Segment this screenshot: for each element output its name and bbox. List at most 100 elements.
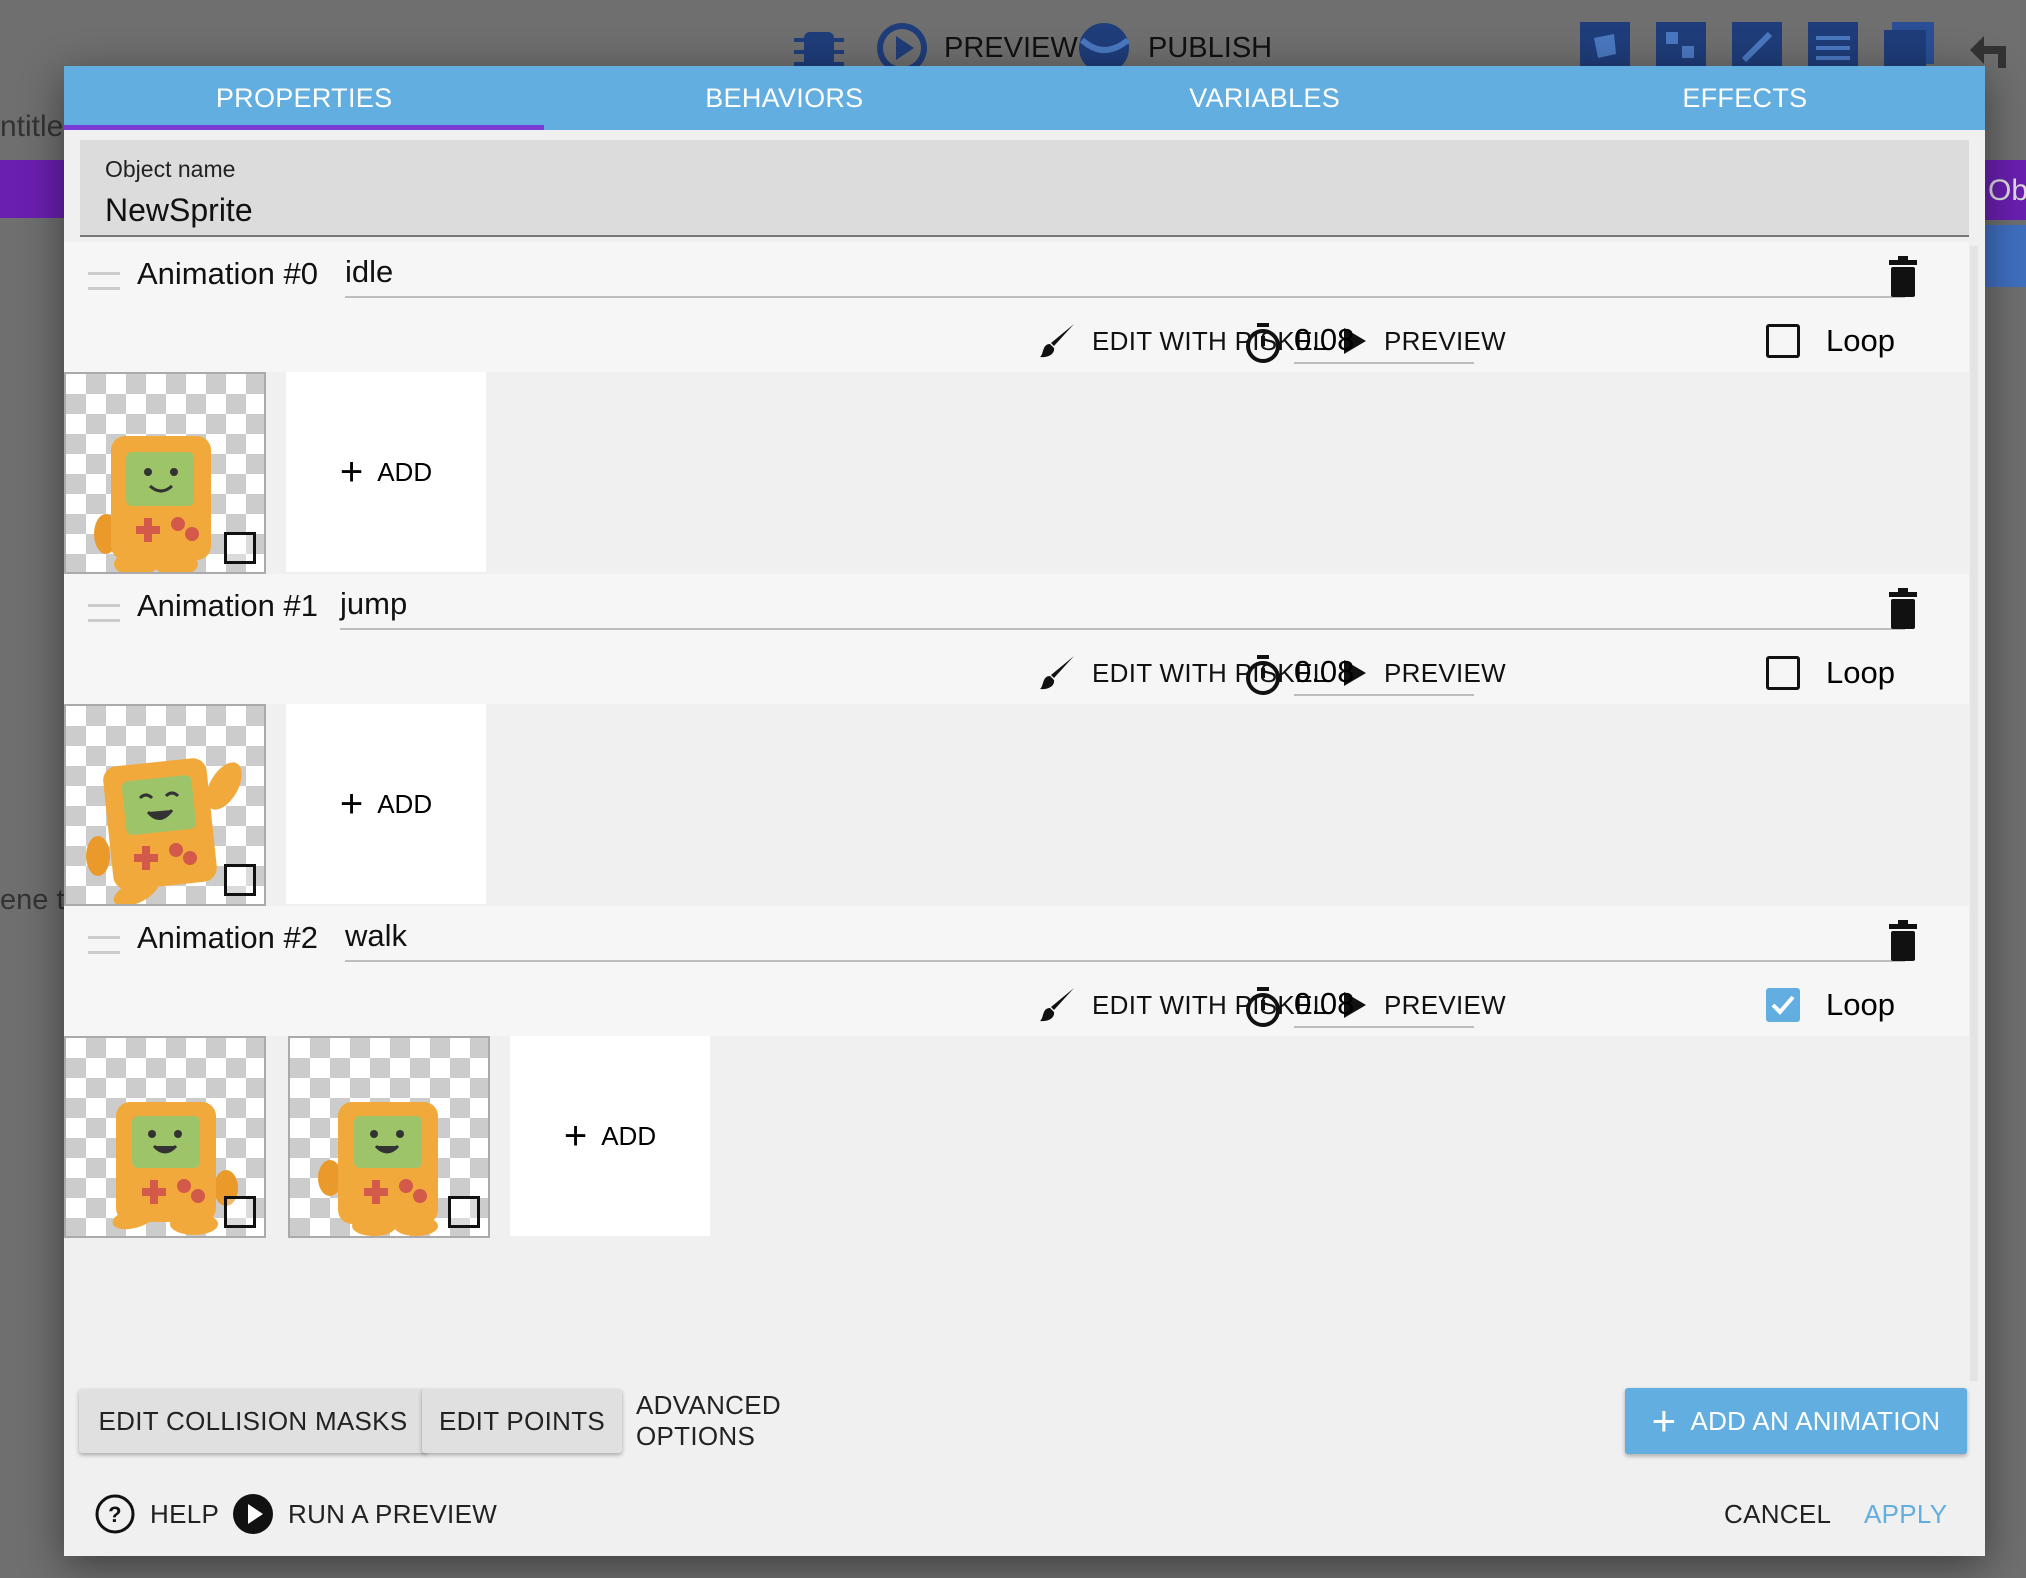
loop-label: Loop (1826, 987, 1895, 1022)
frame-duration-input[interactable]: 0.08 (1294, 650, 1474, 696)
loop-checkbox[interactable] (1766, 656, 1800, 690)
timer-icon (1246, 987, 1280, 1027)
plus-icon: + (1651, 1397, 1677, 1444)
paintbrush-icon (1040, 656, 1074, 690)
timer-icon (1246, 323, 1280, 363)
help-label: HELP (150, 1498, 220, 1529)
frame-duration-input[interactable]: 0.08 (1294, 318, 1474, 364)
paintbrush-icon (1040, 324, 1074, 358)
animation-tools: EDIT WITH PISKEL PREVIEW 0.08 Loop (64, 982, 1969, 1028)
advanced-options-label: ADVANCED OPTIONS (636, 1390, 781, 1451)
tab-variables[interactable]: VARIABLES (1025, 66, 1505, 130)
delete-animation-icon[interactable] (1886, 588, 1920, 630)
frame-select-checkbox[interactable] (448, 1196, 480, 1228)
animation-name-field[interactable]: walk (345, 914, 1905, 962)
edit-collision-masks-button[interactable]: EDIT COLLISION MASKS (79, 1389, 427, 1453)
tab-label: BEHAVIORS (705, 82, 864, 113)
animation-name-input[interactable]: jump (340, 586, 407, 622)
sprite-frame-thumbnail[interactable] (64, 372, 266, 574)
frame-select-checkbox[interactable] (224, 864, 256, 896)
sprite-frame-thumbnail[interactable] (64, 1036, 266, 1238)
toolbar-preview-label: PREVIEW (944, 31, 1078, 64)
tab-label: EFFECTS (1682, 82, 1808, 113)
checkmark-icon (1771, 995, 1795, 1015)
animations-scrollbar[interactable] (1970, 246, 1978, 1381)
object-name-field[interactable]: Object name NewSprite (80, 140, 1969, 237)
animation-header: Animation #2 walk EDIT WITH PISKEL PREVI… (64, 906, 1969, 1036)
advanced-options-button[interactable]: ADVANCED OPTIONS (636, 1389, 906, 1453)
toolbar-publish-label: PUBLISH (1148, 31, 1273, 64)
object-name-input[interactable]: NewSprite (105, 192, 253, 229)
loop-checkbox[interactable] (1766, 988, 1800, 1022)
edit-points-button[interactable]: EDIT POINTS (422, 1389, 622, 1453)
add-animation-button[interactable]: + ADD AN ANIMATION (1625, 1388, 1967, 1454)
edit-collision-masks-label: EDIT COLLISION MASKS (98, 1405, 408, 1436)
background-scene-title: ntitle (0, 110, 64, 143)
tab-properties[interactable]: PROPERTIES (64, 66, 545, 130)
sprite-frame-thumbnail[interactable] (288, 1036, 490, 1238)
animation-name-input[interactable]: idle (345, 254, 393, 290)
edit-with-piskel-label: EDIT WITH PISKEL (1092, 657, 1328, 688)
animation-number-label: Animation #0 (137, 256, 318, 291)
run-preview-button[interactable]: RUN A PREVIEW (232, 1488, 497, 1540)
edit-with-piskel-button[interactable]: EDIT WITH PISKEL (1038, 650, 1327, 696)
animation-tools: EDIT WITH PISKEL PREVIEW 0.08 Loop (64, 318, 1969, 364)
app-toolbar: PREVIEW PUBLISH (0, 0, 2026, 73)
animation-header: Animation #0 idle EDIT WITH PISKEL PREVI… (64, 242, 1969, 372)
edit-with-piskel-button[interactable]: EDIT WITH PISKEL (1038, 318, 1327, 364)
drag-handle-icon[interactable] (88, 272, 120, 290)
objects-panel-title: Ob (1988, 174, 2026, 207)
dialog-tabs: PROPERTIES BEHAVIORS VARIABLES EFFECTS (64, 66, 1985, 130)
frame-duration-input[interactable]: 0.08 (1294, 982, 1474, 1028)
frame-select-checkbox[interactable] (224, 1196, 256, 1228)
animations-list: Animation #0 idle EDIT WITH PISKEL PREVI… (64, 242, 1969, 1382)
drag-handle-icon[interactable] (88, 936, 120, 954)
loop-label: Loop (1826, 323, 1895, 358)
add-animation-label: ADD AN ANIMATION (1690, 1405, 1941, 1436)
add-frame-button[interactable]: + ADD (286, 372, 486, 572)
loop-checkbox[interactable] (1766, 324, 1800, 358)
timer-icon (1246, 655, 1280, 695)
animation-name-input[interactable]: walk (345, 918, 407, 954)
animation-frames: + ADD (64, 1036, 1969, 1238)
object-editor-dialog: PROPERTIES BEHAVIORS VARIABLES EFFECTS O… (64, 66, 1985, 1556)
help-button[interactable]: ? HELP (94, 1488, 219, 1540)
apply-label: APPLY (1864, 1498, 1948, 1529)
plus-icon: + (339, 782, 364, 826)
sprite-frame-thumbnail[interactable] (64, 704, 266, 906)
cancel-label: CANCEL (1724, 1498, 1832, 1529)
add-frame-button[interactable]: + ADD (510, 1036, 710, 1236)
animation-number-label: Animation #2 (137, 920, 318, 955)
edit-with-piskel-label: EDIT WITH PISKEL (1092, 325, 1328, 356)
add-frame-button[interactable]: + ADD (286, 704, 486, 904)
animation-tools: EDIT WITH PISKEL PREVIEW 0.08 Loop (64, 650, 1969, 696)
add-frame-label: ADD (377, 456, 433, 487)
plus-icon: + (339, 450, 364, 494)
plus-icon: + (563, 1114, 588, 1158)
frame-select-checkbox[interactable] (224, 532, 256, 564)
animation-item: Animation #2 walk EDIT WITH PISKEL PREVI… (64, 906, 1969, 1238)
cancel-button[interactable]: CANCEL (1724, 1488, 1831, 1540)
tab-behaviors[interactable]: BEHAVIORS (544, 66, 1024, 130)
animation-header: Animation #1 jump EDIT WITH PISKEL PREVI… (64, 574, 1969, 704)
delete-animation-icon[interactable] (1886, 256, 1920, 298)
tab-label: VARIABLES (1189, 82, 1340, 113)
drag-handle-icon[interactable] (88, 604, 120, 622)
help-circle-icon: ? (95, 1494, 135, 1534)
tab-effects[interactable]: EFFECTS (1505, 66, 1985, 130)
play-circle-icon (233, 1494, 273, 1534)
animation-name-field[interactable]: jump (340, 582, 1905, 630)
animation-item: Animation #1 jump EDIT WITH PISKEL PREVI… (64, 574, 1969, 906)
loop-label: Loop (1826, 655, 1895, 690)
apply-button[interactable]: APPLY (1864, 1488, 1947, 1540)
animation-number-label: Animation #1 (137, 588, 318, 623)
background-panel-header (0, 160, 66, 218)
animation-frames: + ADD (64, 372, 1969, 574)
edit-with-piskel-button[interactable]: EDIT WITH PISKEL (1038, 982, 1327, 1028)
animation-name-field[interactable]: idle (345, 250, 1905, 298)
svg-text:?: ? (108, 1502, 122, 1527)
animation-item: Animation #0 idle EDIT WITH PISKEL PREVI… (64, 242, 1969, 574)
edit-points-label: EDIT POINTS (438, 1405, 606, 1436)
object-name-label: Object name (105, 156, 236, 182)
delete-animation-icon[interactable] (1886, 920, 1920, 962)
